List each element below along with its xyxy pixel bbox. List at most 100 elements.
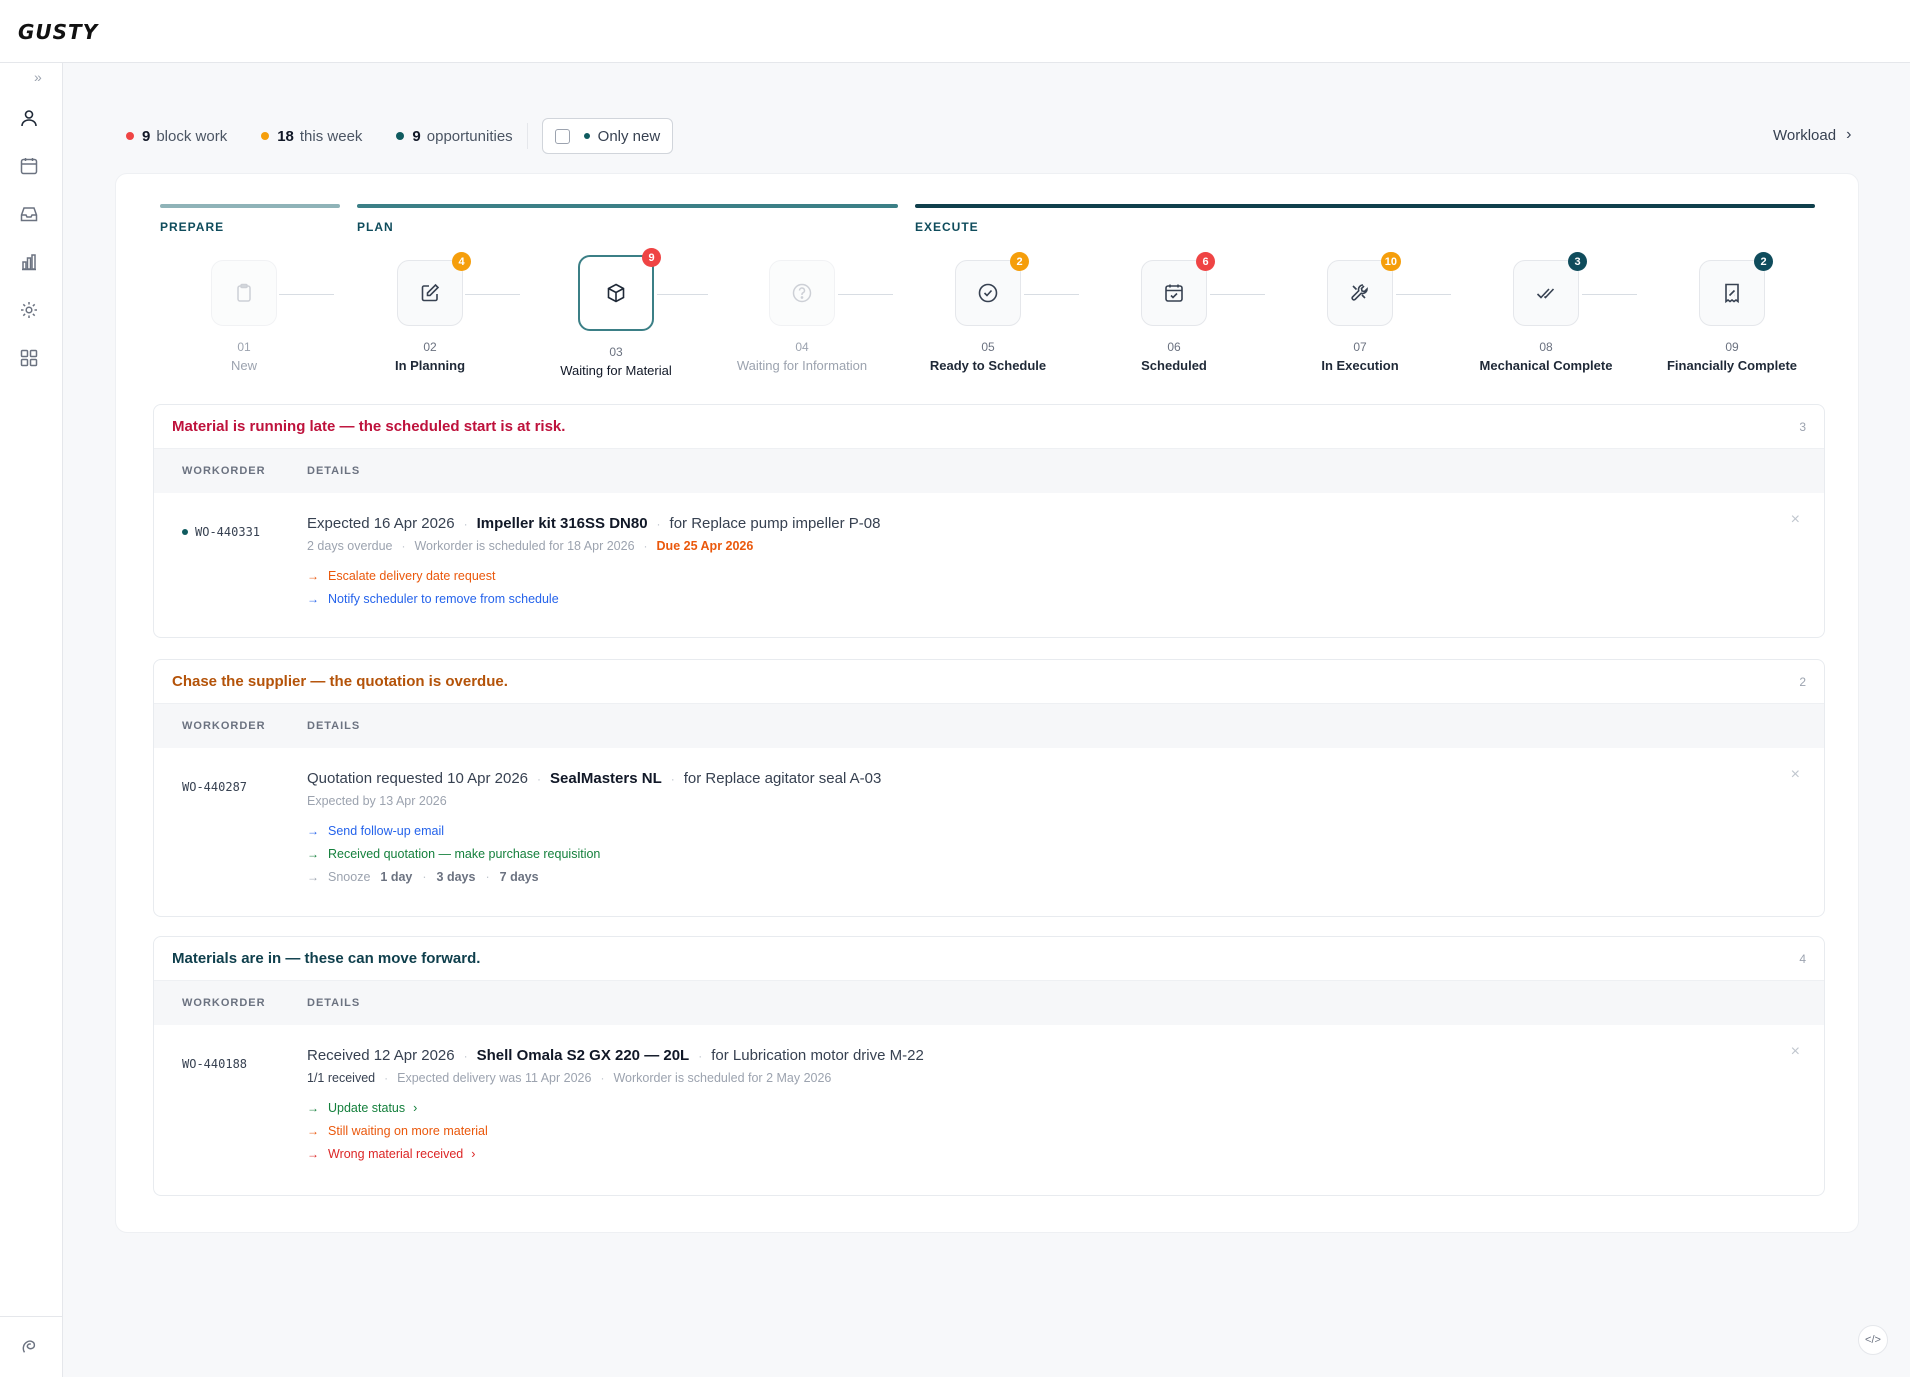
section-title: Material is running late — the scheduled… xyxy=(172,418,566,435)
notify-scheduler-button[interactable]: → Notify scheduler to remove from schedu… xyxy=(307,592,1824,606)
update-status-button[interactable]: → Update status › xyxy=(307,1101,1824,1115)
phase-plan: PLAN xyxy=(357,204,898,234)
dismiss-icon[interactable]: × xyxy=(1791,511,1800,529)
workorder-id[interactable]: WO-440188 xyxy=(182,1057,247,1071)
table-row[interactable]: WO-440331 Expected 16 Apr 2026 · Impelle… xyxy=(154,493,1824,635)
material-name[interactable]: Impeller kit 316SS DN80 xyxy=(477,515,648,532)
inbox-icon[interactable] xyxy=(18,203,40,225)
sidebar: » xyxy=(0,63,63,1377)
stage-badge: 2 xyxy=(1754,252,1773,271)
stat-block-work[interactable]: 9 block work xyxy=(126,128,227,145)
arrow-right-icon: → xyxy=(307,847,319,861)
workload-link[interactable]: Workload › xyxy=(1773,126,1851,144)
clipboard-icon xyxy=(237,283,251,302)
workorder-id[interactable]: WO-440287 xyxy=(182,780,247,794)
stage-in-planning[interactable]: 4 02 In Planning xyxy=(340,252,520,373)
stage-badge: 6 xyxy=(1196,252,1215,271)
red-dot-icon xyxy=(126,132,134,140)
amber-dot-icon xyxy=(261,132,270,140)
table-row[interactable]: WO-440287 Quotation requested 10 Apr 202… xyxy=(154,748,1824,913)
chart-icon[interactable] xyxy=(18,251,40,273)
code-icon[interactable]: </> xyxy=(1858,1325,1888,1355)
only-new-toggle[interactable]: Only new xyxy=(541,118,674,154)
calendar-check-icon xyxy=(1165,284,1183,302)
double-check-icon xyxy=(1536,288,1555,299)
supplier-name[interactable]: SealMasters NL xyxy=(550,770,662,787)
pipeline-card: PREPARE PLAN EXECUTE 01 New 4 02 In Plan… xyxy=(115,173,1859,1233)
stage-waiting-for-information[interactable]: 04 Waiting for Information xyxy=(712,260,892,373)
section-title: Materials are in — these can move forwar… xyxy=(172,950,481,967)
alert-section-material-late: Material is running late — the scheduled… xyxy=(153,404,1825,638)
new-dot-icon xyxy=(182,529,188,535)
arrow-right-icon: → xyxy=(307,1147,319,1161)
snooze-row: → Snooze 1 day · 3 days · 7 days xyxy=(307,870,539,884)
wrench-icon xyxy=(1351,284,1368,301)
section-count: 3 xyxy=(1799,419,1806,434)
table-row[interactable]: WO-440188 Received 12 Apr 2026 · Shell O… xyxy=(154,1025,1824,1190)
workorder-id[interactable]: WO-440331 xyxy=(195,525,260,539)
dismiss-icon[interactable]: × xyxy=(1791,1043,1800,1061)
stage-waiting-for-material[interactable]: 9 03 Waiting for Material xyxy=(526,248,706,378)
alert-section-materials-in: Materials are in — these can move forwar… xyxy=(153,936,1825,1196)
receipt-icon xyxy=(1725,283,1739,304)
stage-badge: 4 xyxy=(452,252,471,271)
package-icon xyxy=(607,283,625,303)
phase-prepare: PREPARE xyxy=(160,204,340,234)
question-circle-icon xyxy=(792,283,812,303)
sidebar-divider xyxy=(0,1316,63,1317)
table-header: WORKORDER DETAILS xyxy=(154,704,1824,748)
chevron-right-icon: › xyxy=(413,1101,418,1115)
calendar-icon[interactable] xyxy=(18,155,40,177)
stat-opportunities[interactable]: 9 opportunities xyxy=(396,128,513,145)
grid-icon[interactable] xyxy=(18,347,40,369)
arrow-right-icon: → xyxy=(307,824,319,838)
top-bar: GUSTY xyxy=(0,0,1910,63)
check-circle-icon xyxy=(978,283,998,303)
phase-execute: EXECUTE xyxy=(915,204,1815,234)
brand-swirl-icon[interactable] xyxy=(18,1335,40,1357)
arrow-right-icon: → xyxy=(307,592,319,606)
stage-badge: 3 xyxy=(1568,252,1587,271)
stage-mechanical-complete[interactable]: 3 08 Mechanical Complete xyxy=(1456,252,1636,373)
section-count: 2 xyxy=(1799,674,1806,689)
stat-this-week[interactable]: 18 this week xyxy=(261,128,362,145)
snooze-1-day-button[interactable]: 1 day xyxy=(380,870,412,884)
stats-divider xyxy=(526,123,528,149)
stage-ready-to-schedule[interactable]: 2 05 Ready to Schedule xyxy=(898,252,1078,373)
sidebar-expand-icon[interactable]: » xyxy=(34,69,42,85)
stage-financially-complete[interactable]: 2 09 Financially Complete xyxy=(1642,252,1822,373)
snooze-7-days-button[interactable]: 7 days xyxy=(500,870,539,884)
section-count: 4 xyxy=(1799,951,1806,966)
send-follow-up-button[interactable]: → Send follow-up email xyxy=(307,824,1824,838)
teal-dot-icon xyxy=(396,132,405,140)
still-waiting-button[interactable]: → Still waiting on more material xyxy=(307,1124,1824,1138)
wrong-material-button[interactable]: → Wrong material received › xyxy=(307,1147,1824,1161)
edit-icon xyxy=(421,283,440,302)
teal-dot-icon xyxy=(583,133,590,139)
material-name[interactable]: Shell Omala S2 GX 220 — 20L xyxy=(477,1047,690,1064)
table-header: WORKORDER DETAILS xyxy=(154,981,1824,1025)
stage-badge: 2 xyxy=(1010,252,1029,271)
chevron-right-icon: › xyxy=(1846,126,1852,143)
stage-scheduled[interactable]: 6 06 Scheduled xyxy=(1084,252,1264,373)
only-new-checkbox[interactable] xyxy=(554,128,570,144)
arrow-right-icon: → xyxy=(307,569,319,583)
make-requisition-button[interactable]: → Received quotation — make purchase req… xyxy=(307,847,1824,861)
arrow-right-icon: → xyxy=(307,1124,319,1138)
arrow-right-icon: → xyxy=(307,1101,319,1115)
stage-new[interactable]: 01 New xyxy=(154,260,334,373)
snooze-3-days-button[interactable]: 3 days xyxy=(437,870,476,884)
section-title: Chase the supplier — the quotation is ov… xyxy=(172,673,508,690)
stage-badge: 9 xyxy=(642,248,661,267)
chevron-right-icon: › xyxy=(471,1147,476,1161)
user-icon[interactable] xyxy=(18,107,40,129)
escalate-delivery-button[interactable]: → Escalate delivery date request xyxy=(307,569,1824,583)
dismiss-icon[interactable]: × xyxy=(1791,766,1800,784)
stage-in-execution[interactable]: 10 07 In Execution xyxy=(1270,252,1450,373)
stage-badge: 10 xyxy=(1380,252,1401,271)
table-header: WORKORDER DETAILS xyxy=(154,449,1824,493)
app-logo[interactable]: GUSTY xyxy=(18,20,98,44)
gear-icon[interactable] xyxy=(18,299,40,321)
stats-bar: 9 block work 18 this week 9 opportunitie… xyxy=(126,118,674,154)
alert-section-quotation-overdue: Chase the supplier — the quotation is ov… xyxy=(153,659,1825,917)
